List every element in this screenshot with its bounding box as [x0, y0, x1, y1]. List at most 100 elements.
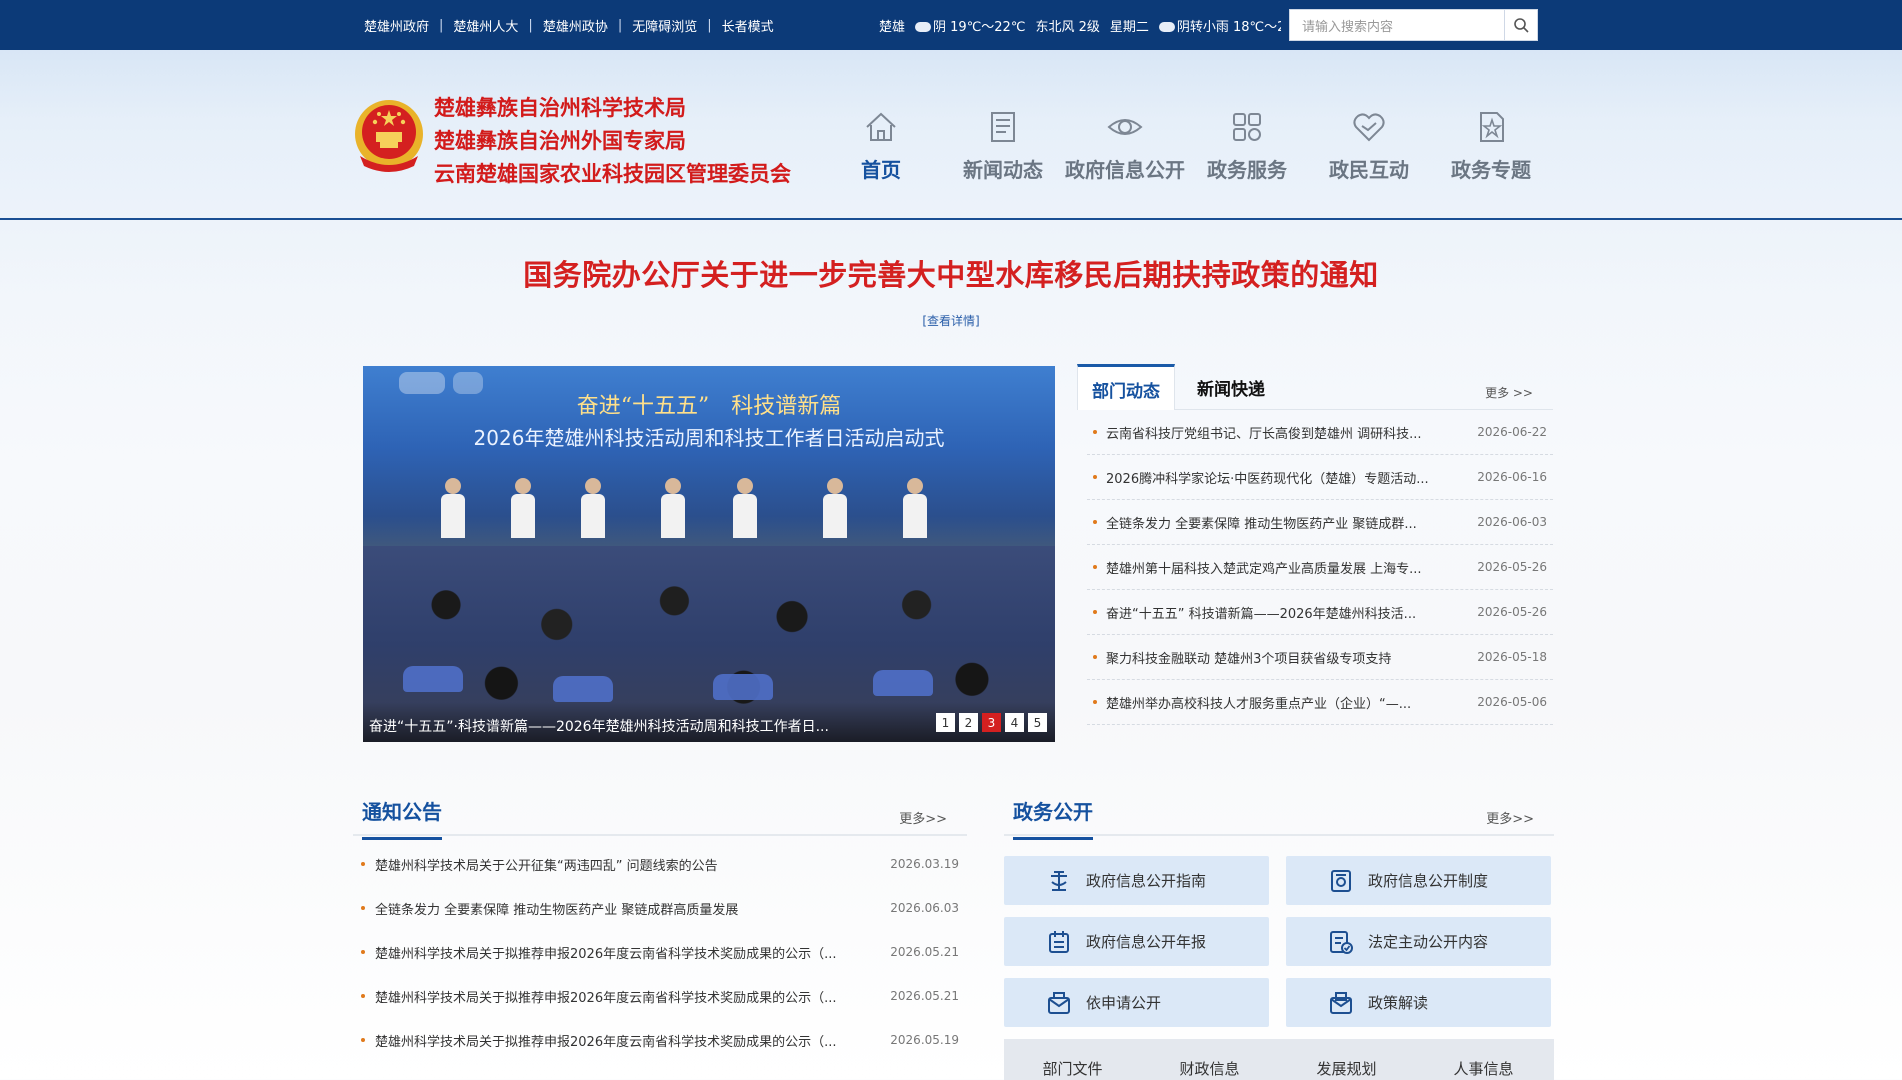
search-input[interactable]: 请输入搜索内容: [1289, 9, 1538, 41]
org-line-1: 楚雄彝族自治州科学技术局: [434, 96, 686, 120]
nav-gov-info[interactable]: 政府信息公开: [1064, 108, 1186, 183]
info-system-button[interactable]: 政府信息公开制度: [1286, 856, 1551, 905]
notice-header: 通知公告 更多>>: [353, 788, 967, 840]
pager-dot[interactable]: 4: [1005, 713, 1024, 732]
separator: |: [439, 17, 444, 33]
list-item[interactable]: 全链条发力 全要素保障 推动生物医药产业 聚链成群高质量发展 2026.06.03: [353, 886, 967, 930]
person-figure: [903, 478, 927, 538]
nav-topics[interactable]: 政务专题: [1430, 108, 1552, 183]
mail-icon: [1048, 991, 1070, 1014]
policy-interpretation-button[interactable]: 政策解读: [1286, 978, 1551, 1027]
slide-caption-text[interactable]: 奋进“十五五”·科技谱新篇——2026年楚雄州科技活动周和科技工作者日...: [369, 716, 849, 736]
chair: [553, 676, 613, 702]
list-item[interactable]: 楚雄州第十届科技入楚武定鸡产业高质量发展 上海专... 2026-05-26: [1087, 545, 1553, 590]
link-peoples-congress[interactable]: 楚雄州人大: [453, 16, 518, 35]
bullet-icon: [1093, 475, 1097, 479]
eye-icon: [1107, 119, 1143, 135]
gov-affairs-section: 政务公开 更多>> 政府信息公开指南 政府信息公开制度 政府信息公开年报 法定主…: [1004, 788, 1554, 1080]
list-item[interactable]: 奋进“十五五” 科技谱新篇——2026年楚雄州科技活... 2026-05-26: [1087, 590, 1553, 635]
nav-news[interactable]: 新闻动态: [942, 108, 1064, 183]
national-emblem-icon: [355, 100, 423, 172]
gov-affairs-subtabs: 部门文件 财政信息 发展规划 人事信息: [1004, 1039, 1554, 1080]
nav-label: 政府信息公开: [1065, 158, 1185, 182]
gov-affairs-title: 政务公开: [1013, 796, 1093, 840]
list-item[interactable]: 楚雄州科学技术局关于公开征集“两违四乱” 问题线索的公告 2026.03.19: [353, 842, 967, 886]
carousel-pager: 1 2 3 4 5: [936, 713, 1047, 732]
list-item[interactable]: 云南省科技厅党组书记、厅长高俊到楚雄州 调研科技... 2026-06-22: [1087, 410, 1553, 455]
headline-title[interactable]: 国务院办公厅关于进一步完善大中型水库移民后期扶持政策的通知: [0, 252, 1902, 294]
person-figure: [511, 478, 535, 538]
notice-item-title[interactable]: 全链条发力 全要素保障 推动生物医药产业 聚链成群高质量发展: [375, 899, 875, 918]
news-title[interactable]: 楚雄州举办高校科技人才服务重点产业（企业）“—...: [1106, 693, 1450, 712]
news-title[interactable]: 全链条发力 全要素保障 推动生物医药产业 聚链成群...: [1106, 513, 1450, 532]
service-icon: [1233, 113, 1261, 141]
link-prefecture-gov[interactable]: 楚雄州政府: [364, 16, 429, 35]
notice-section: 通知公告 更多>> 楚雄州科学技术局关于公开征集“两违四乱” 问题线索的公告 20…: [353, 788, 967, 1062]
main-nav: 首页 新闻动态 政府信息公开 政务服务 政民互动 政务专题: [820, 108, 1552, 183]
chair: [873, 670, 933, 696]
pager-dot[interactable]: 5: [1028, 713, 1047, 732]
weather-city: 楚雄: [879, 19, 906, 35]
pager-dot[interactable]: 1: [936, 713, 955, 732]
info-guide-button[interactable]: 政府信息公开指南: [1004, 856, 1269, 905]
home-icon: [866, 112, 896, 141]
banner-line-1: 奋进“十五五” 科技谱新篇: [576, 394, 842, 419]
list-item[interactable]: 楚雄州科学技术局关于拟推荐申报2026年度云南省科学技术奖励成果的公示（... 2…: [353, 974, 967, 1018]
notice-item-date: 2026.06.03: [890, 901, 959, 915]
annual-report-button[interactable]: 政府信息公开年报: [1004, 917, 1269, 966]
nav-label: 政民互动: [1329, 158, 1409, 182]
nav-home[interactable]: 首页: [820, 108, 942, 183]
subtab-finance-info[interactable]: 财政信息: [1141, 1044, 1278, 1079]
tab-department-news[interactable]: 部门动态: [1077, 364, 1175, 410]
nav-interaction[interactable]: 政民互动: [1308, 108, 1430, 183]
news-title[interactable]: 奋进“十五五” 科技谱新篇——2026年楚雄州科技活...: [1106, 603, 1450, 622]
news-date: 2026-05-26: [1477, 605, 1547, 619]
link-elderly-mode[interactable]: 长者模式: [722, 16, 774, 35]
policy-interpretation-label: 政策解读: [1368, 994, 1429, 1012]
view-details-link[interactable]: [查看详情]: [0, 312, 1902, 329]
chair: [713, 674, 773, 700]
person-figure: [441, 478, 465, 538]
pager-dot[interactable]: 2: [959, 713, 978, 732]
bullet-icon: [361, 950, 365, 954]
bullet-icon: [361, 994, 365, 998]
notice-item-title[interactable]: 楚雄州科学技术局关于拟推荐申报2026年度云南省科学技术奖励成果的公示（...: [375, 1031, 875, 1050]
list-item[interactable]: 楚雄州科学技术局关于拟推荐申报2026年度云南省科学技术奖励成果的公示（... 2…: [353, 1018, 967, 1062]
link-cppcc[interactable]: 楚雄州政协: [543, 16, 608, 35]
cloud-icon: [915, 22, 932, 32]
weather-wind: 东北风 2级: [1035, 19, 1100, 35]
list-item[interactable]: 聚力科技金融联动 楚雄州3个项目获省级专项支持 2026-05-18: [1087, 635, 1553, 680]
news-title[interactable]: 楚雄州第十届科技入楚武定鸡产业高质量发展 上海专...: [1106, 558, 1450, 577]
list-item[interactable]: 全链条发力 全要素保障 推动生物医药产业 聚链成群... 2026-06-03: [1087, 500, 1553, 545]
tab-news-express[interactable]: 新闻快递: [1183, 365, 1279, 409]
nav-label: 新闻动态: [963, 158, 1043, 182]
image-carousel[interactable]: 奋进“十五五” 科技谱新篇 2026年楚雄州科技活动周和科技工作者日活动启动式 …: [363, 366, 1055, 742]
subtab-personnel-info[interactable]: 人事信息: [1415, 1044, 1552, 1079]
nav-gov-service[interactable]: 政务服务: [1186, 108, 1308, 183]
news-title[interactable]: 云南省科技厅党组书记、厅长高俊到楚雄州 调研科技...: [1106, 423, 1450, 442]
bullet-icon: [1093, 565, 1097, 569]
subtab-development-plans[interactable]: 发展规划: [1278, 1044, 1415, 1079]
gov-affairs-more-link[interactable]: 更多>>: [1486, 808, 1534, 827]
nav-label: 政务服务: [1207, 158, 1287, 182]
subtab-department-docs[interactable]: 部门文件: [1004, 1044, 1141, 1079]
notice-item-title[interactable]: 楚雄州科学技术局关于公开征集“两违四乱” 问题线索的公告: [375, 855, 875, 874]
notice-item-title[interactable]: 楚雄州科学技术局关于拟推荐申报2026年度云南省科学技术奖励成果的公示（...: [375, 943, 875, 962]
separator: |: [528, 17, 533, 33]
notice-more-link[interactable]: 更多>>: [899, 808, 947, 827]
apply-disclosure-button[interactable]: 依申请公开: [1004, 978, 1269, 1027]
news-more-link[interactable]: 更多 >>: [1485, 384, 1533, 401]
search-button[interactable]: [1504, 9, 1538, 41]
pager-dot-active[interactable]: 3: [982, 713, 1001, 732]
list-item[interactable]: 2026腾冲科学家论坛·中医药现代化（楚雄）专题活动... 2026-06-16: [1087, 455, 1553, 500]
link-accessibility[interactable]: 无障碍浏览: [632, 16, 697, 35]
bullet-icon: [1093, 700, 1097, 704]
news-title[interactable]: 2026腾冲科学家论坛·中医药现代化（楚雄）专题活动...: [1106, 468, 1450, 487]
list-item[interactable]: 楚雄州举办高校科技人才服务重点产业（企业）“—... 2026-05-06: [1087, 680, 1553, 725]
notice-item-title[interactable]: 楚雄州科学技术局关于拟推荐申报2026年度云南省科学技术奖励成果的公示（...: [375, 987, 875, 1006]
checklist-icon: [1330, 930, 1353, 954]
news-title[interactable]: 聚力科技金融联动 楚雄州3个项目获省级专项支持: [1106, 648, 1450, 667]
statutory-disclosure-button[interactable]: 法定主动公开内容: [1286, 917, 1551, 966]
list-item[interactable]: 楚雄州科学技术局关于拟推荐申报2026年度云南省科学技术奖励成果的公示（... 2…: [353, 930, 967, 974]
bullet-icon: [361, 1038, 365, 1042]
